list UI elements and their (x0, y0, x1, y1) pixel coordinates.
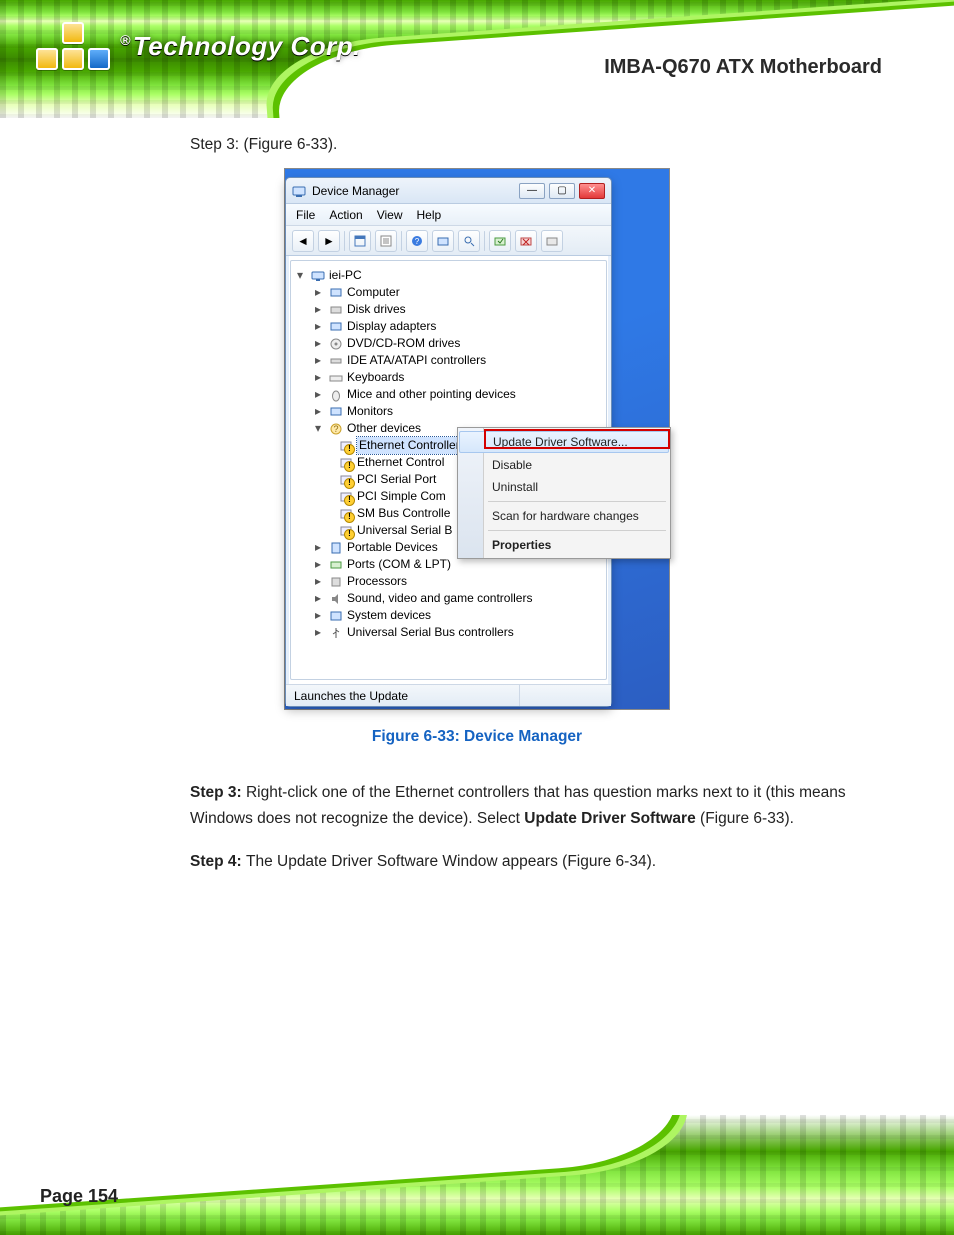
portable-icon (329, 541, 343, 555)
unknown-device-icon (339, 490, 353, 504)
tree-item[interactable]: ▸Computer (297, 284, 600, 301)
tree-item[interactable]: ▸IDE ATA/ATAPI controllers (297, 352, 600, 369)
menubar: File Action View Help (286, 204, 611, 226)
toolbar-separator (401, 231, 402, 251)
toolbar-disable-icon[interactable] (541, 230, 563, 252)
menu-file[interactable]: File (296, 208, 315, 222)
menu-view[interactable]: View (377, 208, 403, 222)
menu-help[interactable]: Help (417, 208, 442, 222)
unknown-device-icon (339, 507, 353, 521)
disk-icon (329, 303, 343, 317)
toolbar-uninstall-icon[interactable] (515, 230, 537, 252)
ctx-separator (488, 530, 666, 531)
toolbar: ◄ ► ? (286, 226, 611, 256)
minimize-button[interactable]: — (519, 183, 545, 199)
toolbar-separator (484, 231, 485, 251)
figure-caption: Figure 6-33: Device Manager (60, 728, 894, 746)
ctx-uninstall[interactable]: Uninstall (458, 476, 670, 498)
ctx-disable[interactable]: Disable (458, 454, 670, 476)
doc-product-name: IMBA-Q670 ATX Motherboard (604, 56, 882, 79)
window-title: Device Manager (312, 184, 399, 198)
unknown-device-icon (339, 439, 353, 453)
step-4-text: Step 4: The Update Driver Software Windo… (190, 849, 850, 875)
toolbar-separator (344, 231, 345, 251)
sound-icon (329, 592, 343, 606)
toolbar-showhide-icon[interactable] (349, 230, 371, 252)
step-line-3: Step 3: (Figure 6-33). (190, 136, 894, 154)
menu-action[interactable]: Action (329, 208, 362, 222)
figure-screenshot: Device Manager — ▢ ✕ File Action View He… (284, 168, 670, 710)
page-content: Step 3: (Figure 6-33). Device Manager — … (60, 130, 894, 891)
steps-after: Step 3: Right-click one of the Ethernet … (190, 780, 850, 875)
toolbar-properties-icon[interactable] (375, 230, 397, 252)
system-icon (329, 609, 343, 623)
brand-text: ®Technology Corp. (120, 31, 361, 62)
ide-icon (329, 354, 343, 368)
tree-item[interactable]: ▸DVD/CD-ROM drives (297, 335, 600, 352)
svg-text:?: ? (415, 237, 420, 246)
bottom-pcb-banner (0, 1115, 954, 1235)
logo-mark (36, 22, 110, 70)
svg-text:?: ? (333, 424, 338, 434)
toolbar-back-icon[interactable]: ◄ (292, 230, 314, 252)
ctx-separator (488, 501, 666, 502)
tree-item[interactable]: ▸Mice and other pointing devices (297, 386, 600, 403)
computer-icon (311, 269, 325, 283)
maximize-button[interactable]: ▢ (549, 183, 575, 199)
display-icon (329, 320, 343, 334)
tree-item[interactable]: ▸Disk drives (297, 301, 600, 318)
toolbar-scan-icon[interactable] (432, 230, 454, 252)
monitor-icon (329, 405, 343, 419)
other-devices-icon: ? (329, 422, 343, 436)
tree-item[interactable]: ▸Processors (297, 573, 600, 590)
ctx-scan[interactable]: Scan for hardware changes (458, 505, 670, 527)
step-3-fulltext: Step 3: Right-click one of the Ethernet … (190, 780, 850, 833)
cpu-icon (329, 575, 343, 589)
computer-category-icon (329, 286, 343, 300)
window-titlebar[interactable]: Device Manager — ▢ ✕ (286, 178, 611, 204)
tree-root[interactable]: ▾ iei-PC (297, 267, 600, 284)
banner-swoosh-bottom (0, 1115, 679, 1230)
status-bar: Launches the Update (286, 684, 611, 706)
close-button[interactable]: ✕ (579, 183, 605, 199)
tree-item[interactable]: ▸Keyboards (297, 369, 600, 386)
toolbar-help-icon[interactable]: ? (406, 230, 428, 252)
toolbar-update-icon[interactable] (489, 230, 511, 252)
usb-icon (329, 626, 343, 640)
unknown-device-icon (339, 524, 353, 538)
device-manager-icon (292, 184, 306, 198)
toolbar-find-icon[interactable] (458, 230, 480, 252)
unknown-device-icon (339, 456, 353, 470)
tree-item[interactable]: ▸System devices (297, 607, 600, 624)
brand-logo: ®Technology Corp. (36, 22, 361, 70)
tree-item[interactable]: ▸Sound, video and game controllers (297, 590, 600, 607)
unknown-device-icon (339, 473, 353, 487)
page-number: Page 154 (40, 1186, 118, 1207)
tree-item[interactable]: ▸Universal Serial Bus controllers (297, 624, 600, 641)
toolbar-forward-icon[interactable]: ► (318, 230, 340, 252)
tree-item[interactable]: ▸Monitors (297, 403, 600, 420)
status-text: Launches the Update (294, 689, 408, 703)
ports-icon (329, 558, 343, 572)
ctx-properties[interactable]: Properties (458, 534, 670, 556)
dvd-icon (329, 337, 343, 351)
ctx-update-driver[interactable]: Update Driver Software... (459, 431, 669, 453)
context-menu: Update Driver Software... Disable Uninst… (457, 427, 671, 559)
tree-item[interactable]: ▸Display adapters (297, 318, 600, 335)
keyboard-icon (329, 371, 343, 385)
mouse-icon (329, 388, 343, 402)
